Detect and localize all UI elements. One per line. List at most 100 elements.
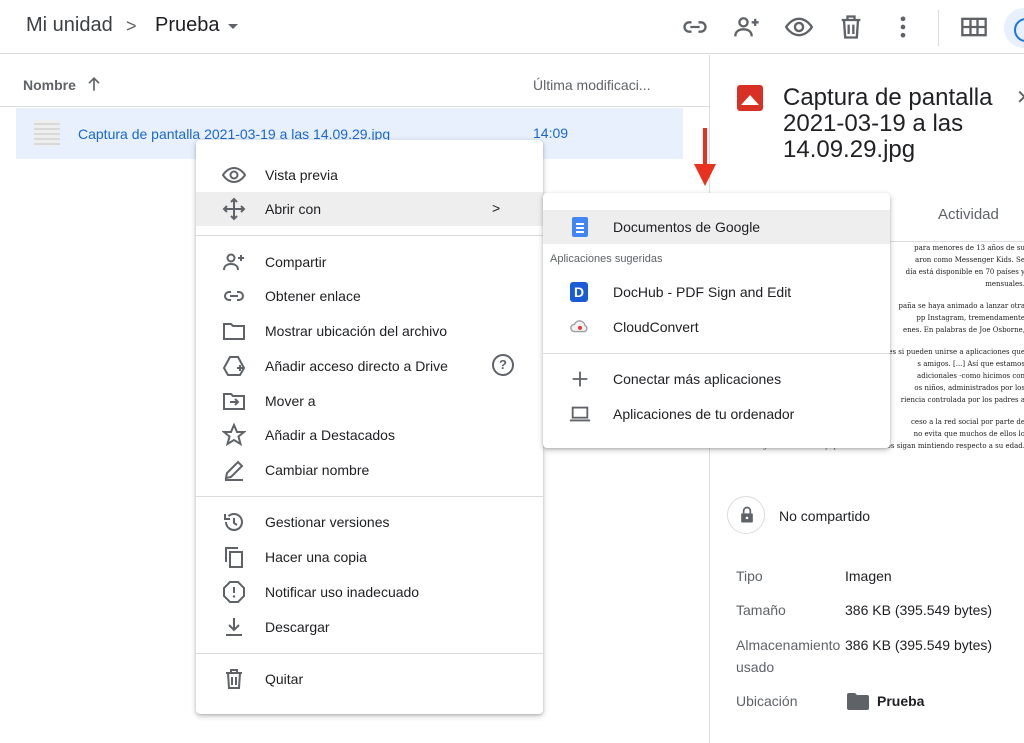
star-icon xyxy=(221,422,247,447)
toolbar-divider xyxy=(938,10,939,46)
download-icon xyxy=(222,615,246,639)
info-icon[interactable] xyxy=(1004,8,1024,48)
pencil-icon xyxy=(222,458,246,482)
trash-icon xyxy=(222,667,246,691)
help-icon[interactable]: ? xyxy=(492,354,514,376)
submenu-item-label: Aplicaciones de tu ordenador xyxy=(613,406,795,422)
menu-item-label: Mostrar ubicación del archivo xyxy=(265,323,448,339)
report-icon xyxy=(222,580,246,604)
person-add-icon xyxy=(222,250,246,274)
storage-value: 386 KB (395.549 bytes) xyxy=(845,637,993,653)
submenu-item-connect-more[interactable]: Conectar más aplicaciones xyxy=(543,362,890,396)
menu-item-add-starred[interactable]: Añadir a Destacados xyxy=(196,418,543,452)
move-arrows-icon xyxy=(222,197,246,221)
laptop-icon xyxy=(569,403,591,425)
submenu-item-label: Documentos de Google xyxy=(613,219,761,235)
menu-item-rename[interactable]: Cambiar nombre xyxy=(196,453,543,487)
menu-item-report-abuse[interactable]: Notificar uso inadecuado xyxy=(196,575,543,609)
menu-item-open-with[interactable]: Abrir con > xyxy=(196,192,543,226)
menu-item-move-to[interactable]: Mover a xyxy=(196,384,543,418)
submenu-item-cloudconvert[interactable]: CloudConvert xyxy=(543,310,890,344)
tab-activity[interactable]: Actividad xyxy=(938,206,999,223)
breadcrumb-my-drive[interactable]: Mi unidad xyxy=(26,14,113,37)
menu-item-manage-versions[interactable]: Gestionar versiones xyxy=(196,505,543,539)
top-bar: Mi unidad > Prueba xyxy=(0,0,1024,54)
breadcrumb-current-folder[interactable]: Prueba xyxy=(155,14,220,37)
menu-divider xyxy=(196,496,543,497)
location-label: Ubicación xyxy=(736,693,798,709)
eye-icon[interactable] xyxy=(784,13,814,41)
submenu-item-google-docs[interactable]: Documentos de Google xyxy=(543,210,890,244)
menu-item-add-shortcut[interactable]: Añadir acceso directo a Drive ? xyxy=(196,349,543,383)
open-with-submenu: Documentos de Google Aplicaciones sugeri… xyxy=(543,193,890,448)
column-header-modified[interactable]: Última modificaci... xyxy=(533,77,650,93)
link-icon[interactable] xyxy=(681,13,709,41)
suggested-apps-heading: Aplicaciones sugeridas xyxy=(550,253,663,265)
details-title: Captura de pantalla 2021-03-19 a las 14.… xyxy=(783,84,993,163)
more-vert-icon[interactable] xyxy=(889,13,917,41)
type-label: Tipo xyxy=(736,568,763,584)
annotation-arrow xyxy=(690,128,720,188)
breadcrumb-separator: > xyxy=(126,16,137,36)
menu-item-get-link[interactable]: Obtener enlace xyxy=(196,279,543,313)
cloudconvert-icon xyxy=(569,316,591,338)
chevron-right-icon: > xyxy=(492,200,501,216)
copy-icon xyxy=(222,545,246,569)
submenu-item-label: CloudConvert xyxy=(613,319,699,335)
folder-icon xyxy=(847,693,869,710)
submenu-divider xyxy=(543,353,890,354)
history-icon xyxy=(222,510,246,534)
trash-icon[interactable] xyxy=(837,13,865,41)
menu-item-label: Hacer una copia xyxy=(265,549,367,565)
column-header-name[interactable]: Nombre xyxy=(23,77,76,93)
folder-dropdown-icon[interactable] xyxy=(228,24,238,29)
submenu-item-computer-apps[interactable]: Aplicaciones de tu ordenador xyxy=(543,397,890,431)
menu-item-share[interactable]: Compartir xyxy=(196,245,543,279)
menu-item-preview[interactable]: Vista previa xyxy=(196,158,543,192)
lock-icon xyxy=(727,496,765,534)
eye-icon xyxy=(221,163,247,187)
menu-item-label: Añadir acceso directo a Drive xyxy=(265,358,448,374)
menu-item-label: Descargar xyxy=(265,619,330,635)
storage-label-2: usado xyxy=(736,659,775,675)
file-thumbnail xyxy=(34,120,60,146)
menu-item-label: Cambiar nombre xyxy=(265,462,370,478)
menu-item-label: Mover a xyxy=(265,393,316,409)
menu-item-label: Compartir xyxy=(265,254,327,270)
plus-icon xyxy=(569,368,591,390)
menu-item-label: Quitar xyxy=(265,671,304,687)
sort-up-arrow-icon[interactable] xyxy=(84,74,104,94)
menu-item-download[interactable]: Descargar xyxy=(196,610,543,644)
type-value: Imagen xyxy=(845,568,892,584)
sharing-status: No compartido xyxy=(779,508,871,524)
menu-item-label: Abrir con xyxy=(265,201,322,217)
image-file-icon xyxy=(737,85,763,111)
storage-label: Almacenamiento xyxy=(736,637,841,653)
file-modified: 14:09 xyxy=(533,125,569,141)
link-icon xyxy=(222,284,246,308)
menu-item-label: Añadir a Destacados xyxy=(265,427,395,443)
submenu-item-label: Conectar más aplicaciones xyxy=(613,371,782,387)
size-value: 386 KB (395.549 bytes) xyxy=(845,602,993,618)
menu-item-label: Obtener enlace xyxy=(265,288,361,304)
menu-item-label: Notificar uso inadecuado xyxy=(265,584,420,600)
grid-view-icon[interactable] xyxy=(960,13,988,41)
size-label: Tamaño xyxy=(736,602,786,618)
menu-item-remove[interactable]: Quitar xyxy=(196,662,543,696)
menu-divider xyxy=(196,653,543,654)
drive-shortcut-icon xyxy=(222,354,246,378)
close-icon[interactable]: ✕ xyxy=(1016,85,1024,110)
menu-item-label: Gestionar versiones xyxy=(265,514,390,530)
menu-divider xyxy=(196,235,543,236)
submenu-item-dochub[interactable]: D DocHub - PDF Sign and Edit xyxy=(543,275,890,309)
google-docs-icon xyxy=(569,216,591,238)
submenu-item-label: DocHub - PDF Sign and Edit xyxy=(613,284,792,300)
menu-item-label: Vista previa xyxy=(265,167,338,183)
share-person-icon[interactable] xyxy=(733,13,761,41)
folder-icon xyxy=(222,319,246,343)
list-divider xyxy=(0,106,709,107)
dochub-icon: D xyxy=(569,281,591,303)
menu-item-show-location[interactable]: Mostrar ubicación del archivo xyxy=(196,314,543,348)
menu-item-make-copy[interactable]: Hacer una copia xyxy=(196,540,543,574)
location-value[interactable]: Prueba xyxy=(877,691,924,712)
